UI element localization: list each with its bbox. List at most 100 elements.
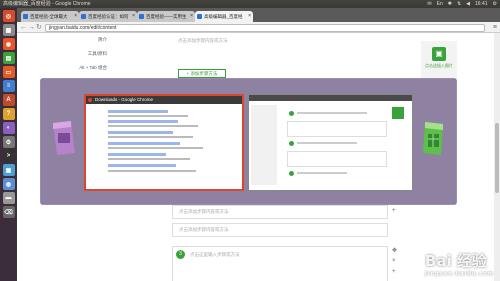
tab-label: 百度经验-全球最大 xyxy=(30,14,68,19)
baidu-jingyan-watermark: Bai 经验 jingyan.baidu.com xyxy=(425,250,494,277)
bluetooth-icon[interactable]: ✱ xyxy=(448,0,452,8)
step-line-2[interactable]: 点击添加步骤内容或方法 xyxy=(172,223,388,237)
terminal-icon[interactable]: > xyxy=(2,150,15,162)
tab-2[interactable]: 百度经验认证：如何 × xyxy=(79,11,137,22)
network-icon[interactable]: ⇅ xyxy=(457,0,461,8)
power-icon[interactable]: ⚙ xyxy=(493,0,497,8)
presentation-icon[interactable]: ▭ xyxy=(2,66,15,78)
help-icon[interactable]: ? xyxy=(2,108,15,120)
text-line xyxy=(297,112,367,114)
window-switcher: Downloads - Google Chrome xyxy=(40,78,457,205)
download-row xyxy=(108,120,178,123)
close-icon[interactable]: × xyxy=(190,11,193,22)
text-line xyxy=(297,142,357,144)
insert-image-button[interactable]: ▣ 点击这插入图片 xyxy=(421,41,457,79)
nav-item-alt-tab[interactable]: Alt + Tab 组合 xyxy=(67,61,107,75)
step-line-1[interactable]: 点击添加步骤内容或方法 xyxy=(172,205,388,219)
tab-favicon-icon xyxy=(139,14,144,19)
download-row xyxy=(108,110,168,113)
step-marker xyxy=(289,141,294,146)
tab-4-active[interactable]: 高级编辑器_百度经 × xyxy=(195,11,253,22)
nav-item-tools[interactable]: 工具/原料 xyxy=(67,47,107,61)
tab-1[interactable]: 百度经验-全球最大 × xyxy=(21,11,79,22)
window-title: 高级编辑器_百度经验 - Google Chrome xyxy=(3,1,91,7)
downloads-window-thumbnail[interactable]: Downloads - Google Chrome xyxy=(84,94,244,191)
section-nav: 简介 工具/原料 Alt + Tab 组合 xyxy=(67,33,107,75)
tab-label: 高级编辑器_百度经 xyxy=(204,14,243,19)
image-icon xyxy=(392,107,404,119)
download-row xyxy=(108,164,176,167)
spreadsheet-icon[interactable]: ▤ xyxy=(2,52,15,64)
step-3-placeholder[interactable]: 点击这里输入步骤或方法 xyxy=(190,252,240,258)
download-row xyxy=(108,125,198,127)
download-row xyxy=(108,158,190,160)
window-titlebar xyxy=(249,95,412,101)
mail-icon[interactable]: ✉ xyxy=(427,0,431,8)
back-icon[interactable]: ← xyxy=(20,23,27,32)
image-icon: ▣ xyxy=(432,47,446,61)
libreoffice-calc-icon[interactable] xyxy=(419,119,449,157)
browser-icon[interactable]: ◉ xyxy=(2,38,15,50)
chrome-icon xyxy=(88,98,92,102)
close-icon[interactable]: × xyxy=(74,11,77,22)
downloads-list-preview xyxy=(86,104,242,189)
usb-drive-icon[interactable]: ▬ xyxy=(2,192,15,204)
step-marker xyxy=(289,111,294,116)
text-line xyxy=(297,172,347,174)
text-editor-icon[interactable]: ≡ xyxy=(2,80,15,92)
chromium-icon[interactable]: ◍ xyxy=(2,178,15,190)
download-row xyxy=(108,136,193,138)
delete-icon[interactable]: × xyxy=(392,258,396,264)
address-bar: ← → ↻ jingyan.baidu.com/edit/content ≡ xyxy=(17,22,500,33)
chrome-icon[interactable]: ◐ xyxy=(2,122,15,134)
step-content-placeholder[interactable]: 点击添加步骤内容或方法 xyxy=(172,35,388,49)
dash-icon[interactable]: ◎ xyxy=(2,10,15,22)
url-input[interactable]: jingyan.baidu.com/edit/content xyxy=(45,23,485,32)
scroll-thumb[interactable] xyxy=(495,123,499,193)
files-icon[interactable]: ▦ xyxy=(2,24,15,36)
trash-icon[interactable]: ⌫ xyxy=(2,206,15,218)
download-row xyxy=(108,147,203,149)
forward-icon[interactable]: → xyxy=(28,23,35,32)
tab-label: 百度经验——实用生 xyxy=(146,14,187,19)
nav-item-intro[interactable]: 简介 xyxy=(67,33,107,47)
download-row xyxy=(108,170,196,172)
step-number: 3 xyxy=(176,250,185,259)
step-box xyxy=(287,151,387,167)
unity-launcher: ◎ ▦ ◉ ▤ ▭ ≡ A ? ◐ ⚙ > ▣ ◍ ▬ ⌫ xyxy=(0,8,17,281)
add-icon[interactable]: + xyxy=(392,269,396,275)
page-scrollbar[interactable] xyxy=(494,33,500,281)
tab-favicon-icon xyxy=(197,14,202,19)
download-row xyxy=(108,142,180,145)
add-icon[interactable]: + xyxy=(392,208,396,214)
system-tray[interactable]: ✉ En ✱ ⇅ ◀ 16:41 ⚙ xyxy=(427,0,497,8)
settings-icon[interactable]: ⚙ xyxy=(2,136,15,148)
watermark-url: jingyan.baidu.com xyxy=(425,271,494,277)
editor-window-thumbnail[interactable] xyxy=(248,94,413,191)
keyboard-lang[interactable]: En xyxy=(437,0,443,8)
volume-icon[interactable]: ◀ xyxy=(466,0,470,8)
libreoffice-impress-icon[interactable] xyxy=(49,119,79,157)
tab-favicon-icon xyxy=(81,14,86,19)
close-icon[interactable]: × xyxy=(132,11,135,22)
clock[interactable]: 16:41 xyxy=(475,0,488,8)
menu-icon[interactable]: ≡ xyxy=(493,23,497,32)
window-titlebar: Downloads - Google Chrome xyxy=(86,96,242,104)
reload-icon[interactable]: ↻ xyxy=(36,23,42,32)
thumbnail-sidebar xyxy=(251,105,277,185)
download-row xyxy=(108,131,173,134)
step-marker xyxy=(289,171,294,176)
image-viewer-icon[interactable]: ▣ xyxy=(2,164,15,176)
move-icon[interactable]: ✥ xyxy=(392,247,397,254)
tab-strip: 百度经验-全球最大 × 百度经验认证：如何 × 百度经验——实用生 × 高级编辑… xyxy=(17,8,500,22)
watermark-main: Bai 经验 xyxy=(425,252,487,270)
add-step-button[interactable]: + 添加步骤方法 xyxy=(178,69,226,78)
step-3-box[interactable]: 3 点击这里输入步骤或方法 xyxy=(172,246,388,281)
tab-3[interactable]: 百度经验——实用生 × xyxy=(137,11,195,22)
insert-image-label: 点击这插入图片 xyxy=(425,63,453,68)
download-row xyxy=(108,115,188,117)
close-icon[interactable]: × xyxy=(248,11,251,22)
ubuntu-top-bar: 高级编辑器_百度经验 - Google Chrome ✉ En ✱ ⇅ ◀ 16… xyxy=(0,0,500,8)
tab-favicon-icon xyxy=(23,14,28,19)
software-center-icon[interactable]: A xyxy=(2,94,15,106)
